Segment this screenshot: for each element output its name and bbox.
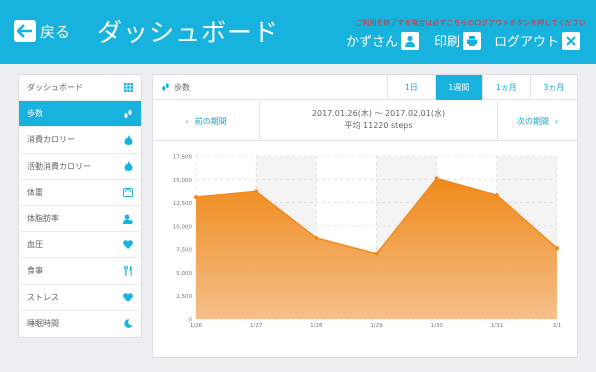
prev-period-button[interactable]: ‹ 前の期間 xyxy=(153,101,260,141)
prev-period-label: 前の期間 xyxy=(194,116,227,126)
sidebar: ダッシュボード 歩数 消費カロリー 活動消費カロリー 体重 体脂肪率 血圧 食事… xyxy=(18,74,142,338)
sidebar-item-label: 活動消費カロリー xyxy=(27,161,91,171)
sidebar-item-label: 食事 xyxy=(27,266,43,276)
arrow-left-icon xyxy=(14,20,36,42)
footsteps-icon xyxy=(161,82,170,92)
logout-notice: ご利用を終了する場合は必ずこちらのログアウトボタンを押してください xyxy=(355,19,586,27)
x-tick-label: 1/27 xyxy=(250,323,263,329)
tab-1-month[interactable]: 1ヵ月 xyxy=(482,75,530,100)
sidebar-item-label: 血圧 xyxy=(27,240,43,250)
x-tick-label: 1/31 xyxy=(491,323,503,329)
user-name: かずさん xyxy=(346,35,399,50)
y-tick-label: 5,000 xyxy=(176,271,192,277)
app-header: 戻る ダッシュボード ご利用を終了する場合は必ずこちらのログアウトボタンを押して… xyxy=(0,0,596,64)
sidebar-item-steps[interactable]: 歩数 xyxy=(19,101,141,128)
period-navigator: ‹ 前の期間 2017.01.26(木) 〜 2017.02.01(水) 平均 … xyxy=(153,101,577,141)
steps-panel: 歩数 1日 1週間 1ヵ月 3ヵ月 ‹ 前の期間 2017.01.26(木) 〜… xyxy=(152,74,578,358)
data-point xyxy=(314,235,319,240)
sidebar-item-body-fat[interactable]: 体脂肪率 xyxy=(19,206,141,233)
logout-button[interactable]: ログアウト xyxy=(494,31,581,50)
data-point xyxy=(434,176,439,181)
tab-1-week[interactable]: 1週間 xyxy=(434,75,482,100)
sidebar-item-label: ストレス xyxy=(27,292,59,302)
chevron-left-icon: ‹ xyxy=(185,116,189,126)
user-menu[interactable]: かずさん xyxy=(346,31,420,50)
x-tick-label: 1/28 xyxy=(310,323,323,329)
sidebar-item-weight[interactable]: 体重 xyxy=(19,180,141,206)
y-tick-label: 2,500 xyxy=(176,294,192,300)
printer-icon xyxy=(463,31,482,50)
page-title: ダッシュボード xyxy=(97,18,280,47)
user-icon xyxy=(401,31,420,50)
next-period-label: 次の期間 xyxy=(516,116,549,126)
y-tick-label: 7,500 xyxy=(176,248,192,254)
x-tick-label: 2/1 xyxy=(553,323,562,329)
tab-3-months[interactable]: 3ヵ月 xyxy=(529,75,578,100)
y-tick-label: 10,000 xyxy=(173,224,193,230)
period-tabs: 1日 1週間 1ヵ月 3ヵ月 xyxy=(387,75,577,100)
next-period-button[interactable]: 次の期間 › xyxy=(497,101,577,141)
scale-icon xyxy=(123,187,133,197)
chevron-right-icon: › xyxy=(554,116,559,126)
sidebar-item-dashboard[interactable]: ダッシュボード xyxy=(19,75,141,102)
sidebar-item-label: 消費カロリー xyxy=(27,135,75,145)
x-tick-label: 1/30 xyxy=(430,323,443,329)
heart-icon xyxy=(123,240,133,250)
sidebar-item-stress[interactable]: ストレス xyxy=(19,285,141,311)
moon-icon xyxy=(123,319,133,329)
back-button[interactable]: 戻る xyxy=(14,20,70,42)
grid-icon xyxy=(123,83,133,93)
flame-icon xyxy=(123,161,133,172)
y-tick-label: 12,500 xyxy=(173,201,193,207)
x-tick-label: 1/26 xyxy=(190,323,203,329)
sidebar-item-label: ダッシュボード xyxy=(27,83,83,93)
flame-icon xyxy=(123,134,133,145)
panel-title: 歩数 xyxy=(153,82,190,93)
heart-icon xyxy=(123,292,133,302)
steps-chart: 02,5005,0007,50010,00012,50015,00017,500… xyxy=(173,155,562,330)
sidebar-item-active-calories[interactable]: 活動消費カロリー xyxy=(19,154,141,180)
tab-1-day[interactable]: 1日 xyxy=(387,75,435,100)
sidebar-item-label: 体脂肪率 xyxy=(27,214,59,224)
sidebar-item-blood-pressure[interactable]: 血圧 xyxy=(19,232,141,259)
data-point xyxy=(555,246,559,251)
print-label: 印刷 xyxy=(434,35,461,50)
print-button[interactable]: 印刷 xyxy=(434,31,482,50)
y-tick-label: 17,500 xyxy=(173,155,193,161)
panel-toolbar: 歩数 1日 1週間 1ヵ月 3ヵ月 xyxy=(153,75,577,100)
fork-knife-icon xyxy=(123,265,133,276)
sidebar-item-label: 体重 xyxy=(27,187,43,197)
close-icon xyxy=(562,31,581,50)
data-point xyxy=(374,251,379,256)
sidebar-item-label: 睡眠時間 xyxy=(27,319,59,329)
panel-title-label: 歩数 xyxy=(174,82,190,92)
x-tick-label: 1/29 xyxy=(370,323,383,329)
data-point xyxy=(194,194,198,199)
sidebar-item-label: 歩数 xyxy=(27,109,43,119)
sidebar-item-calories[interactable]: 消費カロリー xyxy=(19,127,141,154)
body-fat-icon xyxy=(123,214,133,224)
footsteps-icon xyxy=(123,109,133,119)
data-point xyxy=(254,189,259,194)
sidebar-item-sleep[interactable]: 睡眠時間 xyxy=(19,311,141,337)
date-range: 2017.01.26(木) 〜 2017.02.01(水) xyxy=(311,109,446,118)
data-point xyxy=(494,193,499,198)
logout-label: ログアウト xyxy=(494,35,560,50)
back-label: 戻る xyxy=(40,22,71,41)
average-steps: 平均 11220 steps xyxy=(344,121,413,130)
y-tick-label: 15,000 xyxy=(173,178,193,184)
sidebar-item-meals[interactable]: 食事 xyxy=(19,258,141,285)
period-summary: 2017.01.26(木) 〜 2017.02.01(水) 平均 11220 s… xyxy=(260,108,497,132)
